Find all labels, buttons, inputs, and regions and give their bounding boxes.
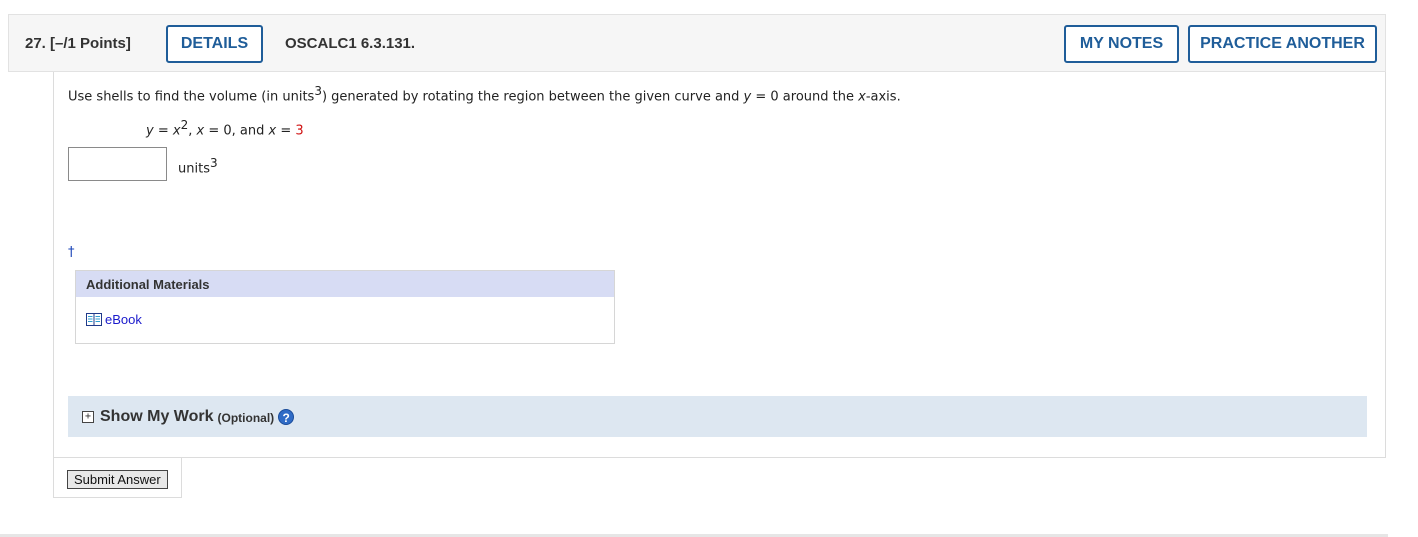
units-superscript: 3	[209, 156, 218, 170]
my-notes-button[interactable]: MY NOTES	[1064, 25, 1179, 63]
eq-equals-1: =	[153, 123, 173, 139]
units-label: units	[178, 161, 210, 177]
practice-another-button[interactable]: PRACTICE ANOTHER	[1188, 25, 1377, 63]
answer-units: units3	[178, 156, 218, 176]
points-label: [–/1 Points]	[50, 35, 131, 52]
ebook-link[interactable]: eBook	[86, 312, 142, 327]
eq-text-2: = 0, and	[204, 123, 269, 139]
book-icon	[86, 313, 102, 326]
details-button[interactable]: DETAILS	[166, 25, 263, 63]
eq-var-x1: x	[172, 123, 181, 139]
prompt-text-3: = 0 around the	[751, 89, 859, 105]
curve-equation: y = x2, x = 0, and x = 3	[146, 118, 304, 138]
question-header: 27. [–/1 Points] DETAILS OSCALC1 6.3.131…	[8, 14, 1386, 72]
prompt-text-4: -axis.	[865, 89, 901, 105]
eq-equals-3: =	[276, 123, 296, 139]
show-my-work-title[interactable]: Show My Work	[100, 408, 214, 426]
question-id: OSCALC1 6.3.131.	[285, 35, 416, 52]
dagger-mark: †	[68, 245, 75, 260]
question-number: 27.	[25, 35, 46, 52]
prompt-var-x: x	[858, 89, 866, 105]
question-prompt: Use shells to find the volume (in units3…	[68, 84, 901, 104]
ebook-label: eBook	[105, 312, 142, 327]
prompt-superscript: 3	[314, 84, 322, 98]
eq-var-y: y	[146, 123, 154, 139]
show-my-work-optional: (Optional)	[217, 410, 275, 425]
prompt-text-1: Use shells to find the volume (in units	[68, 89, 315, 105]
submit-answer-button[interactable]: Submit Answer	[67, 470, 168, 489]
additional-materials-heading: Additional Materials	[76, 271, 614, 297]
additional-materials-panel: Additional Materials eBook	[75, 270, 615, 344]
prompt-text-2: ) generated by rotating the region betwe…	[321, 89, 744, 105]
expand-icon[interactable]: +	[82, 410, 94, 423]
eq-value-highlight: 3	[295, 123, 304, 139]
help-icon[interactable]: ?	[278, 408, 295, 425]
question-number-points: 27. [–/1 Points]	[25, 35, 131, 52]
show-my-work-bar[interactable]: + Show My Work (Optional) ?	[68, 396, 1367, 437]
answer-input[interactable]	[68, 147, 167, 181]
